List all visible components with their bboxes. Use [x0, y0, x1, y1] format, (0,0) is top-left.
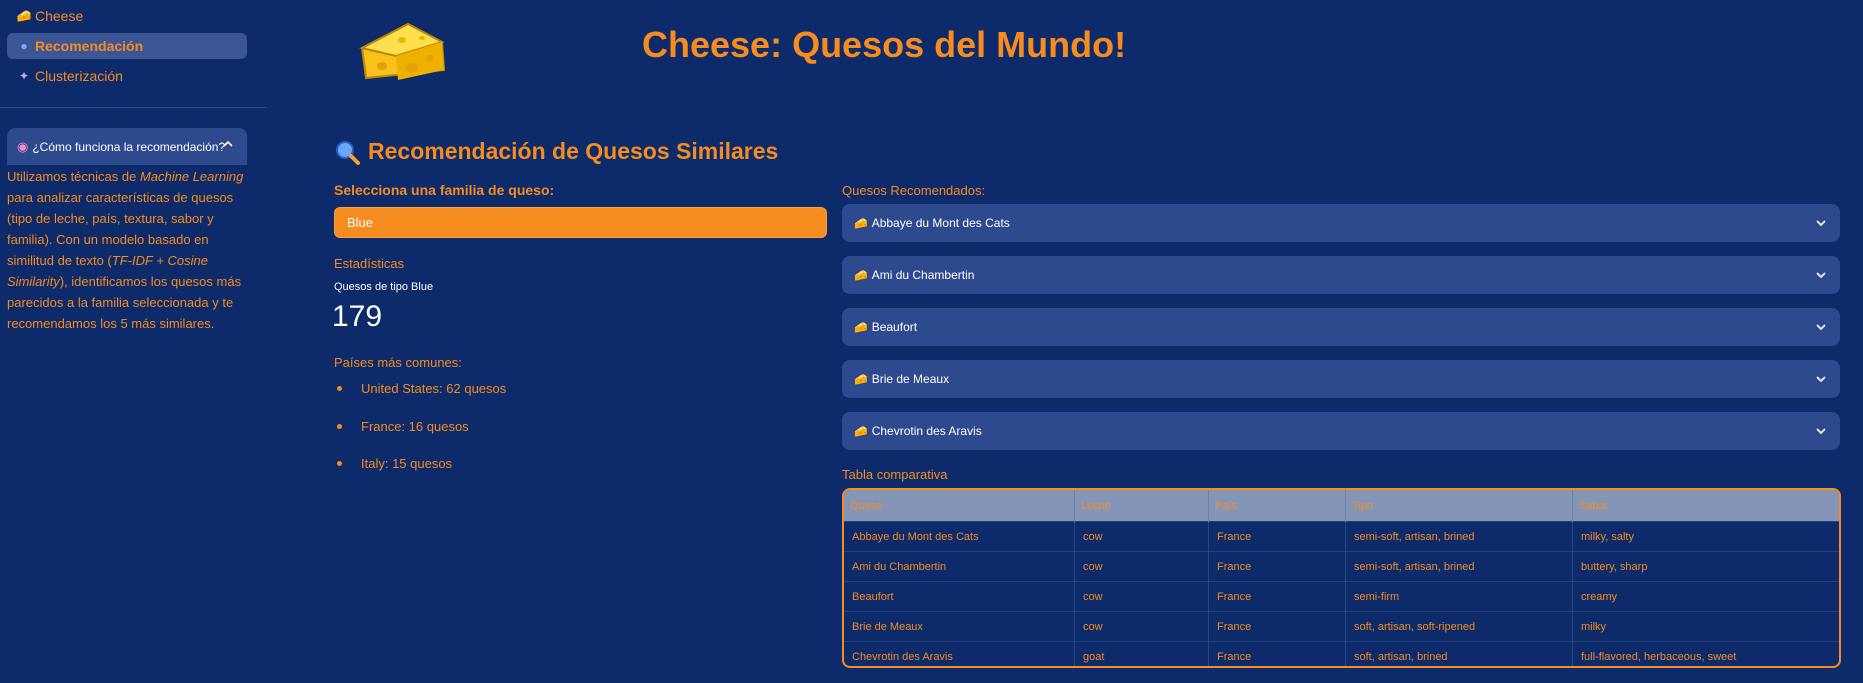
country-list-item: France: 16 quesos — [337, 419, 469, 434]
brain-icon: ◉ — [17, 138, 29, 154]
table-title: Tabla comparativa — [842, 467, 948, 482]
table-cell[interactable]: Ami du Chambertin — [844, 551, 1075, 582]
table-row: Ami du Chambertin cow France semi-soft, … — [844, 551, 1839, 582]
crystal-ball-icon: ● — [20, 39, 28, 53]
nav-item-recomendacion[interactable]: ● Recomendación — [7, 33, 247, 59]
recommended-cheese-name: Abbaye du Mont des Cats — [871, 216, 1010, 230]
table-cell[interactable]: Chevrotin des Aravis — [844, 641, 1075, 666]
chevron-down-icon[interactable] — [1816, 322, 1826, 332]
chevron-down-icon[interactable] — [1816, 270, 1826, 280]
metric-value: 179 — [332, 300, 383, 333]
family-select-value: Blue — [347, 215, 374, 230]
cheese-icon: 🧀 — [854, 217, 868, 230]
cheese-icon: 🧀 — [854, 321, 868, 334]
recommended-cheese-name: Chevrotin des Aravis — [871, 424, 982, 438]
chevron-down-icon[interactable] — [1816, 374, 1826, 384]
table-cell[interactable]: semi-firm — [1345, 581, 1573, 612]
table-cell[interactable]: full-flavored, herbaceous, sweet — [1572, 641, 1839, 666]
bullet-icon — [337, 424, 342, 429]
expander-title: ¿Cómo funciona la recomendación? — [32, 139, 226, 154]
recommended-cheese-expander[interactable]: 🧀 Brie de Meaux — [842, 360, 1840, 398]
table-cell[interactable]: France — [1208, 521, 1346, 552]
cheese-logo-icon — [359, 22, 446, 80]
nav-item-label: Recomendación — [35, 38, 144, 54]
metric-label: Quesos de tipo Blue — [334, 281, 434, 293]
countries-title: Países más comunes: — [334, 355, 462, 370]
table-row: Chevrotin des Aravis goat France soft, a… — [844, 641, 1839, 666]
sparkles-icon: ✦ — [18, 69, 30, 83]
bullet-icon — [337, 461, 342, 466]
table-cell[interactable]: Abbaye du Mont des Cats — [844, 521, 1075, 552]
table-header-cell[interactable]: Queso — [844, 490, 1075, 522]
table-cell[interactable]: milky — [1572, 611, 1839, 642]
table-cell[interactable]: creamy — [1572, 581, 1839, 612]
stats-title: Estadísticas — [334, 256, 405, 271]
table-cell[interactable]: cow — [1074, 551, 1209, 582]
sidebar: 🧀 Cheese ● Recomendación ✦ Clusterizació… — [0, 0, 266, 683]
sidebar-divider — [0, 107, 266, 108]
recommended-cheese-expander[interactable]: 🧀 Beaufort — [842, 308, 1840, 346]
table-cell[interactable]: semi-soft, artisan, brined — [1345, 551, 1573, 582]
cheese-icon: 🧀 — [854, 425, 868, 438]
cheese-icon: 🧀 — [16, 9, 32, 23]
table-row: Brie de Meaux cow France soft, artisan, … — [844, 611, 1839, 642]
cheese-icon: 🧀 — [854, 373, 868, 386]
expander-body: Utilizamos técnicas de Machine Learning … — [7, 166, 247, 334]
section-title: Recomendación de Quesos Similares — [334, 138, 778, 165]
recommended-cheese-name: Ami du Chambertin — [871, 268, 975, 282]
table-header-row: Queso Leche País Tipo Sabor — [844, 490, 1839, 522]
nav-item-label: Cheese — [35, 8, 84, 24]
table-cell[interactable]: cow — [1074, 611, 1209, 642]
table-cell[interactable]: France — [1208, 611, 1346, 642]
recommended-cheese-expander[interactable]: 🧀 Ami du Chambertin — [842, 256, 1840, 294]
recommended-cheese-expander[interactable]: 🧀 Abbaye du Mont des Cats — [842, 204, 1840, 242]
chevron-up-icon[interactable] — [223, 139, 233, 149]
table-cell[interactable]: semi-soft, artisan, brined — [1345, 521, 1573, 552]
chevron-down-icon[interactable] — [1816, 426, 1826, 436]
magnifier-icon — [336, 140, 360, 165]
recommended-title: Quesos Recomendados: — [842, 183, 986, 198]
family-select[interactable]: Blue — [334, 207, 827, 238]
nav-item-cheese[interactable]: 🧀 Cheese — [7, 3, 247, 29]
table-header-cell[interactable]: Leche — [1074, 490, 1209, 522]
table-cell[interactable]: France — [1208, 641, 1346, 666]
table-header-cell[interactable]: País — [1208, 490, 1346, 522]
table-header-cell[interactable]: Tipo — [1345, 490, 1573, 522]
table-cell[interactable]: cow — [1074, 521, 1209, 552]
table-cell[interactable]: goat — [1074, 641, 1209, 666]
expander-text: Utilizamos técnicas de — [7, 169, 140, 184]
table-cell[interactable]: Brie de Meaux — [844, 611, 1075, 642]
expander-text-emphasis: Machine Learning — [139, 169, 244, 184]
table-cell[interactable]: Beaufort — [844, 581, 1075, 612]
chevron-down-icon[interactable] — [1816, 218, 1826, 228]
table-row: Beaufort cow France semi-firm creamy — [844, 581, 1839, 612]
app-title: Cheese: Quesos del Mundo! — [642, 24, 1127, 65]
country-text: United States: 62 quesos — [361, 381, 507, 396]
comparison-table[interactable]: Queso Leche País Tipo Sabor Abbaye du Mo… — [842, 488, 1841, 668]
country-list-item: United States: 62 quesos — [337, 381, 506, 396]
recommendation-info-expander[interactable]: ◉ ¿Cómo funciona la recomendación? — [7, 128, 247, 165]
bullet-icon — [337, 386, 342, 391]
recommended-cheese-name: Beaufort — [871, 320, 918, 334]
country-list-item: Italy: 15 quesos — [337, 456, 452, 471]
table-cell[interactable]: milky, salty — [1572, 521, 1839, 552]
table-header-cell[interactable]: Sabor — [1572, 490, 1839, 522]
table-cell[interactable]: France — [1208, 551, 1346, 582]
table-cell[interactable]: France — [1208, 581, 1346, 612]
table-cell[interactable]: soft, artisan, brined — [1345, 641, 1573, 666]
nav-item-clusterizacion[interactable]: ✦ Clusterización — [7, 63, 247, 89]
recommended-cheese-name: Brie de Meaux — [871, 372, 950, 386]
table-cell[interactable]: buttery, sharp — [1572, 551, 1839, 582]
comparison-table-grid: Queso Leche País Tipo Sabor Abbaye du Mo… — [844, 490, 1839, 666]
nav-item-label: Clusterización — [35, 68, 123, 84]
table-cell[interactable]: soft, artisan, soft-ripened — [1345, 611, 1573, 642]
table-row: Abbaye du Mont des Cats cow France semi-… — [844, 521, 1839, 552]
family-select-label: Selecciona una familia de queso: — [334, 182, 555, 198]
country-text: France: 16 quesos — [361, 419, 469, 434]
cheese-icon: 🧀 — [854, 269, 868, 282]
recommended-cheese-expander[interactable]: 🧀 Chevrotin des Aravis — [842, 412, 1840, 450]
section-title-text: Recomendación de Quesos Similares — [368, 138, 779, 164]
table-cell[interactable]: cow — [1074, 581, 1209, 612]
country-text: Italy: 15 quesos — [361, 456, 453, 471]
